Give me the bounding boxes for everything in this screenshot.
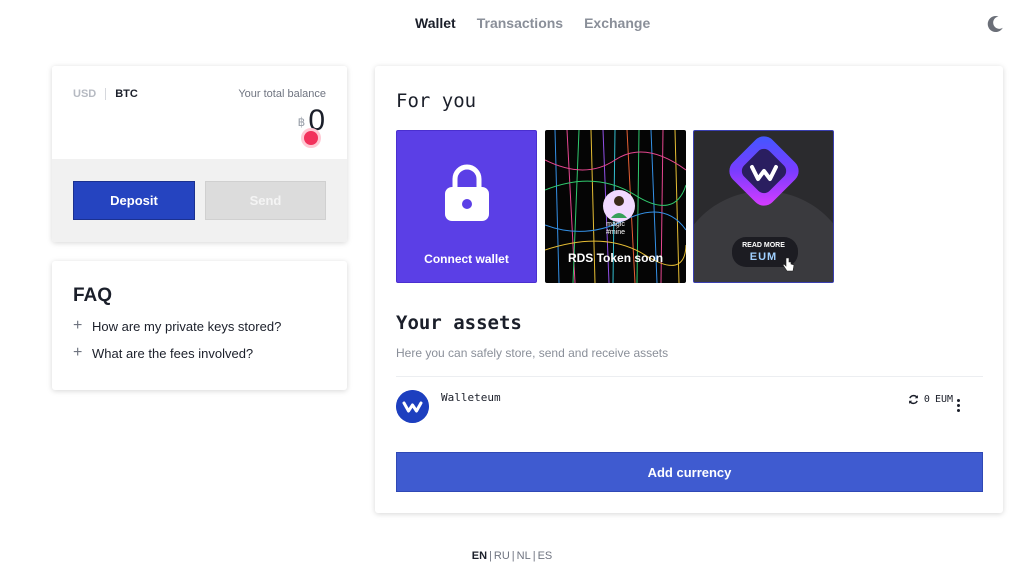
lang-es[interactable]: ES <box>538 550 553 562</box>
faq-title: FAQ <box>73 285 113 306</box>
plus-icon: + <box>73 317 83 334</box>
lock-icon <box>445 164 489 221</box>
lang-en[interactable]: EN <box>472 550 487 562</box>
tab-transactions[interactable]: Transactions <box>477 15 563 31</box>
asset-ticker: EUM <box>934 394 953 405</box>
lang-nl[interactable]: NL <box>517 550 531 562</box>
main-panel: For you Connect wallet magic #mine RDS T… <box>375 66 1003 513</box>
asset-row-walleteum[interactable]: Walleteum 0 EUM <box>396 387 983 427</box>
tab-exchange[interactable]: Exchange <box>584 15 650 31</box>
magic-mine-text: magic #mine <box>605 221 626 236</box>
balance-actions: Deposit Send <box>52 159 347 242</box>
language-switcher: EN | RU | NL | ES <box>0 550 1024 562</box>
balance-summary: USD BTC Your total balance ฿ 0 <box>52 66 347 159</box>
currency-btc-toggle[interactable]: BTC <box>115 88 138 100</box>
lang-ru[interactable]: RU <box>494 550 510 562</box>
currency-divider <box>105 88 107 100</box>
refresh-icon[interactable] <box>908 394 919 405</box>
tab-wallet[interactable]: Wallet <box>415 15 456 31</box>
faq-item-fees[interactable]: + What are the fees involved? <box>73 344 253 362</box>
promo-rds-token[interactable]: magic #mine RDS Token soon <box>545 130 686 283</box>
asset-balance-amount: 0 <box>923 394 930 405</box>
asset-name: Walleteum <box>441 391 501 404</box>
divider <box>396 376 983 377</box>
nav-tabs: Wallet Transactions Exchange <box>415 15 650 31</box>
your-assets-subtitle: Here you can safely store, send and rece… <box>396 346 669 360</box>
top-navigation: Wallet Transactions Exchange <box>0 0 1024 48</box>
more-options-icon[interactable] <box>957 399 961 413</box>
eum-text: EUM <box>749 251 778 263</box>
lang-separator: | <box>511 550 515 562</box>
lang-separator: | <box>489 550 492 562</box>
faq-item-label: How are my private keys stored? <box>92 318 282 334</box>
moon-icon[interactable] <box>985 14 1005 34</box>
total-balance-label: Your total balance <box>238 88 326 100</box>
bitcoin-symbol-icon: ฿ <box>297 115 306 129</box>
balance-card: USD BTC Your total balance ฿ 0 Deposit S… <box>52 66 347 242</box>
promo-label: RDS Token soon <box>567 251 664 265</box>
notification-dot-icon <box>301 128 321 148</box>
hand-cursor-icon <box>782 257 795 272</box>
deposit-button[interactable]: Deposit <box>73 181 195 220</box>
promo-read-more-eum[interactable]: READ MORE EUM <box>693 130 834 283</box>
read-more-text: READ MORE <box>742 242 785 249</box>
faq-item-label: What are the fees involved? <box>92 345 254 361</box>
lang-separator: | <box>532 550 536 562</box>
send-button[interactable]: Send <box>205 181 326 220</box>
asset-balance: 0 EUM <box>908 394 953 405</box>
your-assets-title: Your assets <box>396 312 522 334</box>
faq-card: FAQ + How are my private keys stored? + … <box>52 261 347 390</box>
add-currency-button[interactable]: Add currency <box>396 452 983 492</box>
faq-item-private-keys[interactable]: + How are my private keys stored? <box>73 317 281 335</box>
plus-icon: + <box>73 344 83 361</box>
promo-label: Connect wallet <box>424 252 509 266</box>
currency-usd-toggle[interactable]: USD <box>73 88 96 100</box>
currency-switch: USD BTC <box>73 88 138 100</box>
for-you-title: For you <box>396 90 477 112</box>
walleteum-icon <box>396 390 429 423</box>
promo-connect-wallet[interactable]: Connect wallet <box>396 130 537 283</box>
